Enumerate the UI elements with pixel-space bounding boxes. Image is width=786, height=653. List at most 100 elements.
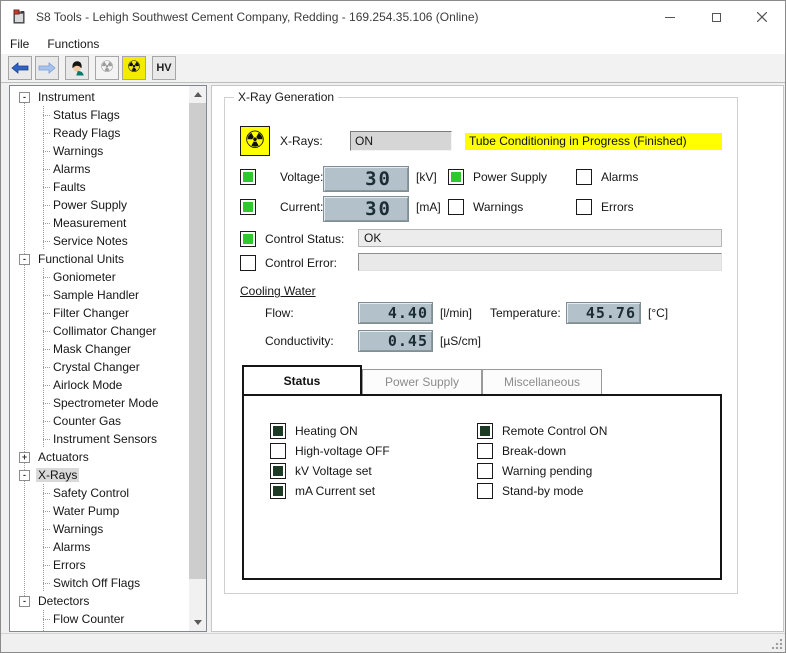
tree-item-label: Safety Control [51, 486, 131, 500]
back-button[interactable] [8, 56, 32, 80]
tree-item[interactable]: Counter Gas [10, 412, 190, 430]
forward-arrow-icon [38, 62, 56, 74]
radiation-off-icon: ☢ [100, 60, 114, 76]
tree-expander-icon[interactable] [19, 254, 30, 265]
flag-checkbox [477, 423, 493, 439]
tree-item[interactable]: Instrument [10, 88, 190, 106]
status-flag-row[interactable]: Heating ON [270, 423, 390, 439]
status-flag-row[interactable]: Break-down [477, 443, 607, 459]
control-status-indicator [240, 231, 256, 247]
resize-grip-icon[interactable] [772, 639, 782, 649]
toolbar: ☢ ☢ HV [1, 54, 785, 83]
tree-item-label: Switch Off Flags [51, 576, 142, 590]
tab[interactable]: Power Supply [362, 369, 482, 394]
status-checks-right: Remote Control ON Break-down Warning pen… [477, 423, 607, 503]
errors-label: Errors [601, 197, 634, 217]
tree-item[interactable]: Instrument Sensors [10, 430, 190, 448]
tree-item[interactable]: Power Supply [10, 196, 190, 214]
tree-item[interactable]: Filter Changer [10, 304, 190, 322]
tree-item[interactable]: Faults [10, 178, 190, 196]
forward-button[interactable] [35, 56, 59, 80]
scroll-up-button[interactable] [189, 86, 206, 103]
tree-item[interactable]: Alarms [10, 160, 190, 178]
tree-item-label: Scintillation Counter [51, 630, 162, 632]
operator-button[interactable] [65, 56, 89, 80]
tree-item[interactable]: Actuators [10, 448, 190, 466]
app-window: S8 Tools - Lehigh Southwest Cement Compa… [0, 0, 786, 653]
tree-item[interactable]: Sample Handler [10, 286, 190, 304]
tree-item-label: Airlock Mode [51, 378, 124, 392]
status-flag-row[interactable]: Remote Control ON [477, 423, 607, 439]
tree-item-label: Crystal Changer [51, 360, 142, 374]
flow-unit: [l/min] [440, 303, 472, 323]
xray-generation-group: X-Ray Generation ☢ X-Rays: ON Tube Condi… [224, 97, 738, 594]
scroll-down-icon [194, 620, 202, 625]
tree-item[interactable]: X-Rays [10, 466, 190, 484]
tree-item[interactable]: Water Pump [10, 502, 190, 520]
control-error-field [358, 253, 722, 271]
maximize-button[interactable] [693, 1, 739, 33]
xrays-label: X-Rays: [280, 131, 323, 151]
status-flag-row[interactable]: Stand-by mode [477, 483, 607, 499]
tree-item[interactable]: Crystal Changer [10, 358, 190, 376]
tree-item[interactable]: Safety Control [10, 484, 190, 502]
close-icon [757, 12, 767, 22]
tree-item-label: Detectors [36, 594, 91, 608]
status-flag-row[interactable]: Warning pending [477, 463, 607, 479]
control-error-label: Control Error: [265, 253, 337, 273]
voltage-unit: [kV] [416, 167, 437, 187]
control-error-indicator [240, 255, 256, 271]
xray-off-button[interactable]: ☢ [95, 56, 119, 80]
status-tab-panel: Heating ON High-voltage OFF kV Voltage s… [242, 394, 722, 580]
tab[interactable]: Miscellaneous [482, 369, 602, 394]
tree-item[interactable]: Functional Units [10, 250, 190, 268]
menu-functions[interactable]: Functions [38, 35, 108, 53]
tree-item[interactable]: Warnings [10, 142, 190, 160]
flag-checkbox [477, 483, 493, 499]
tree-scrollbar[interactable] [189, 86, 206, 631]
status-flag-row[interactable]: mA Current set [270, 483, 390, 499]
hv-button[interactable]: HV [152, 56, 176, 80]
scroll-down-button[interactable] [189, 614, 206, 631]
scrollbar-thumb[interactable] [189, 103, 206, 579]
tree-item[interactable]: Goniometer [10, 268, 190, 286]
tree-item[interactable]: Scintillation Counter [10, 628, 190, 632]
tree-item[interactable]: Flow Counter [10, 610, 190, 628]
status-checks-left: Heating ON High-voltage OFF kV Voltage s… [270, 423, 390, 503]
tab-label: Status [284, 374, 321, 388]
tree-expander-icon[interactable] [19, 92, 30, 103]
tree-item[interactable]: Ready Flags [10, 124, 190, 142]
tree-item[interactable]: Switch Off Flags [10, 574, 190, 592]
tab[interactable]: Status [242, 365, 362, 394]
tree-item-label: Alarms [51, 162, 92, 176]
tree-item[interactable]: Spectrometer Mode [10, 394, 190, 412]
tree-item[interactable]: Airlock Mode [10, 376, 190, 394]
tree-item-label: Alarms [51, 540, 92, 554]
tree-item[interactable]: Alarms [10, 538, 190, 556]
tree-expander-icon[interactable] [19, 470, 30, 481]
tree-item[interactable]: Measurement [10, 214, 190, 232]
tree-item[interactable]: Status Flags [10, 106, 190, 124]
flag-checkbox [270, 423, 286, 439]
flag-label: kV Voltage set [295, 464, 372, 478]
status-flag-row[interactable]: High-voltage OFF [270, 443, 390, 459]
xray-status-banner: Tube Conditioning in Progress (Finished) [465, 133, 722, 150]
tree-item[interactable]: Errors [10, 556, 190, 574]
close-button[interactable] [739, 1, 785, 33]
tree-item[interactable]: Warnings [10, 520, 190, 538]
tree-expander-icon[interactable] [19, 452, 30, 463]
menu-file[interactable]: File [1, 35, 38, 53]
xray-on-button[interactable]: ☢ [122, 56, 146, 80]
voltage-indicator [240, 169, 256, 185]
tree-expander-icon[interactable] [19, 596, 30, 607]
tree-item[interactable]: Mask Changer [10, 340, 190, 358]
status-flag-row[interactable]: kV Voltage set [270, 463, 390, 479]
power-supply-label: Power Supply [473, 167, 547, 187]
conductivity-lcd: 0.45 [358, 330, 433, 352]
flow-lcd: 4.40 [358, 302, 433, 324]
minimize-button[interactable] [647, 1, 693, 33]
tree-item[interactable]: Service Notes [10, 232, 190, 250]
tree-item[interactable]: Detectors [10, 592, 190, 610]
flag-checkbox [270, 443, 286, 459]
tree-item[interactable]: Collimator Changer [10, 322, 190, 340]
